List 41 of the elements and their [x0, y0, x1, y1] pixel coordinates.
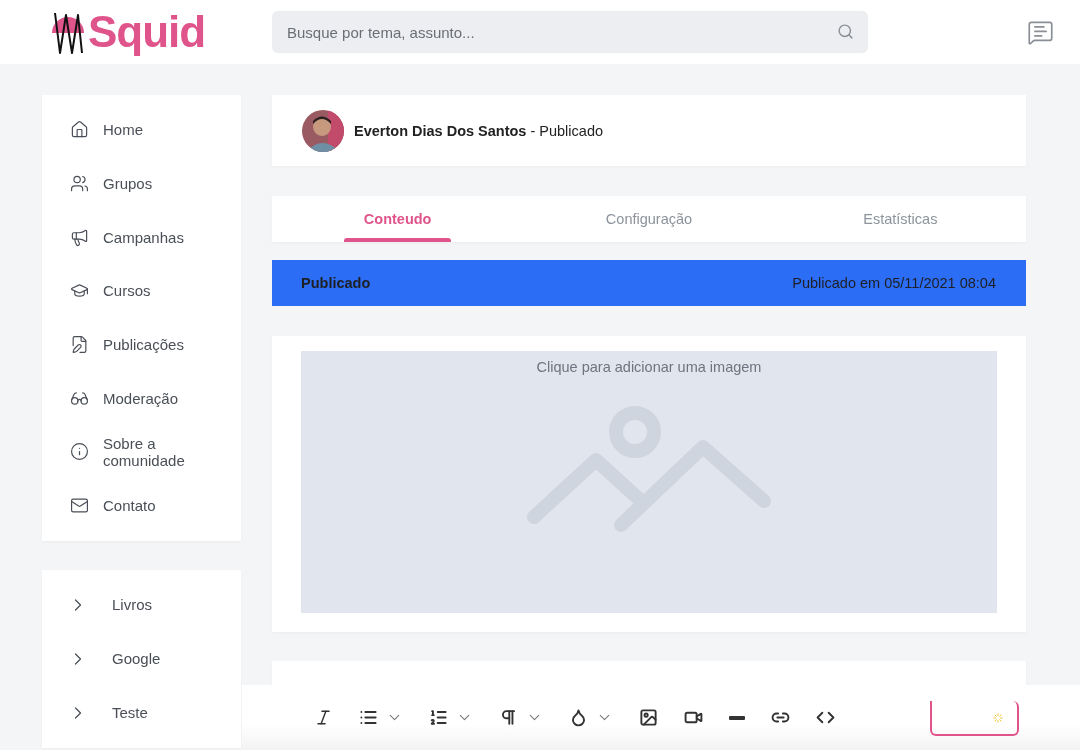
posts-icon: [70, 335, 89, 355]
nav-item[interactable]: Campanhas: [42, 210, 241, 265]
toolbar-button[interactable]: [314, 708, 333, 727]
spinner-icon: [993, 712, 1003, 723]
search-icon[interactable]: [837, 23, 854, 40]
image-dropzone[interactable]: Clique para adicionar uma imagem: [301, 351, 997, 613]
category-item[interactable]: Livros: [42, 577, 241, 632]
italic-icon: [314, 708, 333, 727]
nav-item[interactable]: Contato: [42, 478, 241, 533]
dropzone-prompt: Clique para adicionar uma imagem: [536, 359, 762, 375]
minus-icon: [729, 715, 745, 720]
bullet-list-icon: [359, 708, 378, 727]
campaigns-icon: [70, 227, 89, 247]
search-field[interactable]: Busque por tema, assunto...: [272, 11, 868, 53]
nav-item[interactable]: Grupos: [42, 156, 241, 211]
toolbar-button[interactable]: [639, 708, 658, 727]
numbered-list-icon: [429, 708, 448, 727]
droplet-icon: [569, 708, 588, 727]
category-item[interactable]: Teste: [42, 685, 241, 740]
status-label: Publicado: [301, 275, 371, 291]
toolbar-button[interactable]: [359, 708, 378, 727]
groups-icon: [70, 174, 89, 194]
toolbar-button[interactable]: [569, 708, 588, 727]
save-button[interactable]: [930, 701, 1019, 736]
nav-item[interactable]: Moderação: [42, 371, 241, 426]
toolbar-button[interactable]: [729, 715, 745, 720]
nav-item[interactable]: Cursos: [42, 264, 241, 318]
nav-item[interactable]: Sobre a comunidade: [42, 425, 241, 479]
author-line: Everton Dias Dos Santos - Publicado: [354, 122, 603, 139]
image-icon: [639, 708, 658, 727]
tab[interactable]: Conteudo: [272, 196, 524, 242]
toolbar-button[interactable]: [429, 708, 448, 727]
nav-item[interactable]: Home: [42, 103, 241, 157]
pilcrow-icon: [499, 708, 518, 727]
category-item[interactable]: Google: [42, 631, 241, 686]
toolbar-button[interactable]: [499, 708, 518, 727]
home-icon: [70, 120, 89, 140]
about-icon: [70, 442, 89, 462]
publish-date: Publicado em 05/11/2021 08:04: [792, 275, 996, 291]
nav-item[interactable]: Publicações: [42, 317, 241, 372]
logo-text: Squid: [88, 7, 206, 57]
